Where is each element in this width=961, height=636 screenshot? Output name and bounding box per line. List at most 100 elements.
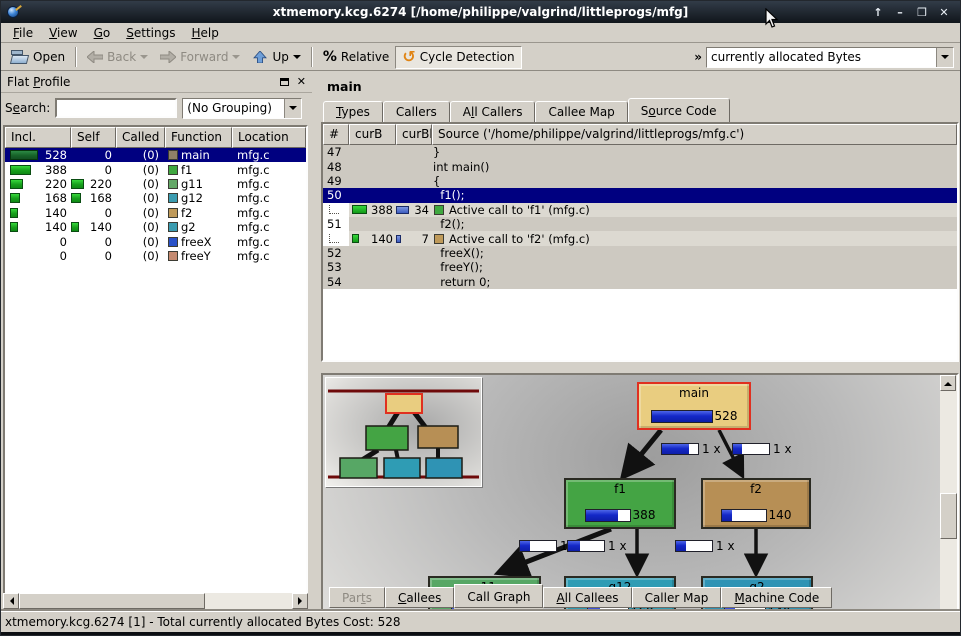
function-color-icon [168, 208, 178, 218]
menu-settings[interactable]: Settings [118, 24, 183, 42]
source-call-line-f1[interactable]: 388 34 Active call to 'f1' (mfg.c) [323, 203, 957, 217]
search-row: Search: (No Grouping) [1, 93, 312, 123]
graph-node-main[interactable]: main 528 [637, 382, 751, 430]
menu-view[interactable]: View [41, 24, 85, 42]
window-bottom-edge [1, 632, 960, 635]
back-button[interactable]: Back [81, 46, 154, 69]
open-folder-icon [11, 50, 29, 64]
source-line[interactable]: 47 } [323, 145, 957, 159]
forward-arrow-icon [160, 51, 176, 63]
table-row-g12[interactable]: 168 168 (0) g12 mfg.c [5, 191, 306, 205]
cycle-detection-toggle-button[interactable]: ↺ Cycle Detection [395, 46, 521, 69]
tab-all-callees[interactable]: All Callees [543, 587, 631, 608]
chevron-down-icon [289, 106, 297, 114]
column-header-source[interactable]: Source ('/home/philippe/valgrind/littlep… [432, 124, 957, 145]
column-header-line[interactable]: # [323, 124, 349, 145]
tab-callees[interactable]: Callees [385, 587, 454, 608]
graph-overview-minimap[interactable] [325, 377, 482, 487]
selected-function-title: main [327, 79, 362, 94]
source-line[interactable]: 54 return 0; [323, 275, 957, 289]
function-color-icon [434, 234, 444, 244]
table-row-freeY[interactable]: 0 0 (0) freeY mfg.c [5, 249, 306, 263]
combo-dropdown-button[interactable] [936, 48, 953, 67]
source-code-view: # curB curBk Source ('/home/philippe/val… [321, 122, 959, 362]
tab-call-graph[interactable]: Call Graph [454, 584, 543, 608]
source-line[interactable]: 52 freeX(); [323, 246, 957, 260]
tab-all-callers[interactable]: All Callers [450, 101, 536, 122]
table-row-f2[interactable]: 140 0 (0) f2 mfg.c [5, 206, 306, 220]
forward-button[interactable]: Forward [154, 46, 246, 69]
tab-parts[interactable]: Parts [329, 587, 385, 608]
scroll-right-button[interactable] [292, 593, 308, 609]
menu-go[interactable]: Go [86, 24, 119, 42]
edge-label-main-f2: 1 x [732, 442, 792, 456]
column-header-function[interactable]: Function [165, 127, 232, 148]
maximize-button[interactable]: ❒ [914, 4, 930, 20]
source-line[interactable]: 53 freeY(); [323, 260, 957, 274]
function-color-icon [168, 165, 178, 175]
graph-node-f1[interactable]: f1 388 [564, 478, 676, 529]
edge-label-main-f1: 1 x [661, 442, 721, 456]
tab-machine-code[interactable]: Machine Code [721, 587, 832, 608]
event-type-combobox[interactable]: currently allocated Bytes [706, 47, 954, 68]
table-row-f1[interactable]: 388 0 (0) f1 mfg.c [5, 162, 306, 176]
close-button[interactable]: ✕ [936, 4, 952, 20]
function-color-icon [168, 179, 178, 189]
up-button[interactable]: Up [246, 46, 306, 69]
horizontal-splitter[interactable] [319, 362, 961, 373]
source-line[interactable]: 51 f2(); [323, 217, 957, 231]
column-header-self[interactable]: Self [71, 127, 116, 148]
table-row-g11[interactable]: 220 220 (0) g11 mfg.c [5, 177, 306, 191]
tab-callers[interactable]: Callers [383, 101, 450, 122]
app-window: xtmemory.kcg.6274 [/home/philippe/valgri… [0, 0, 961, 636]
table-row-main[interactable]: 528 0 (0) main mfg.c [5, 148, 306, 162]
dock-header[interactable]: Flat Profile ✕ [1, 71, 312, 93]
edge-label-f2-g2: 1 x [675, 539, 735, 553]
flat-profile-dock: Flat Profile ✕ Search: (No Grouping) Inc… [1, 71, 312, 611]
open-button[interactable]: Open [5, 46, 71, 69]
cost-bar [721, 509, 767, 522]
graph-node-f2[interactable]: f2 140 [701, 478, 811, 529]
tab-caller-map[interactable]: Caller Map [632, 587, 722, 608]
column-header-curbk[interactable]: curBk [396, 124, 432, 145]
tab-callee-map[interactable]: Callee Map [535, 101, 627, 122]
scroll-up-button[interactable] [940, 375, 956, 391]
table-row-freeX[interactable]: 0 0 (0) freeX mfg.c [5, 234, 306, 248]
close-dock-icon[interactable]: ✕ [297, 75, 306, 88]
column-header-location[interactable]: Location [232, 127, 306, 148]
column-header-incl[interactable]: Incl. [5, 127, 71, 148]
scrollbar-thumb[interactable] [940, 493, 957, 539]
keep-above-button[interactable]: ↑ [870, 4, 886, 20]
scrollbar-thumb[interactable] [19, 593, 205, 609]
float-dock-icon[interactable] [280, 78, 289, 86]
function-color-icon [434, 205, 444, 215]
title-bar[interactable]: xtmemory.kcg.6274 [/home/philippe/valgri… [1, 1, 960, 23]
menu-file[interactable]: File [5, 24, 41, 42]
graph-vscrollbar[interactable] [940, 375, 957, 636]
source-line[interactable]: 49 { [323, 174, 957, 188]
source-call-line-f2[interactable]: 140 7 Active call to 'f2' (mfg.c) [323, 231, 957, 245]
relative-toggle-button[interactable]: % Relative [317, 46, 395, 69]
minimize-button[interactable]: – [892, 4, 908, 20]
vertical-splitter[interactable] [312, 71, 319, 611]
tab-types[interactable]: Types [323, 101, 383, 122]
source-filler [323, 289, 957, 309]
column-header-called[interactable]: Called [116, 127, 165, 148]
source-line[interactable]: 48 int main() [323, 159, 957, 173]
toolbar-overflow-button[interactable]: » [694, 50, 706, 64]
menu-help[interactable]: Help [183, 24, 226, 42]
dock-title: Flat Profile [7, 75, 70, 89]
grouping-combobox[interactable]: (No Grouping) [182, 98, 302, 119]
edge-label-f1-g12: 1 x [567, 539, 627, 553]
column-header-curb[interactable]: curB [349, 124, 396, 145]
source-line-selected[interactable]: 50 f1(); [323, 188, 957, 202]
table-row-g2[interactable]: 140 140 (0) g2 mfg.c [5, 220, 306, 234]
tab-source-code[interactable]: Source Code [628, 98, 730, 122]
back-arrow-icon [87, 51, 103, 63]
scroll-left-button[interactable] [3, 593, 19, 609]
callee-view-tabs: Parts Callees Call Graph All Callees Cal… [329, 584, 832, 608]
flat-profile-hscrollbar[interactable] [3, 593, 308, 609]
combo-dropdown-button[interactable] [284, 99, 301, 118]
status-text: xtmemory.kcg.6274 [1] - Total currently … [5, 615, 400, 629]
search-input[interactable] [55, 98, 177, 118]
